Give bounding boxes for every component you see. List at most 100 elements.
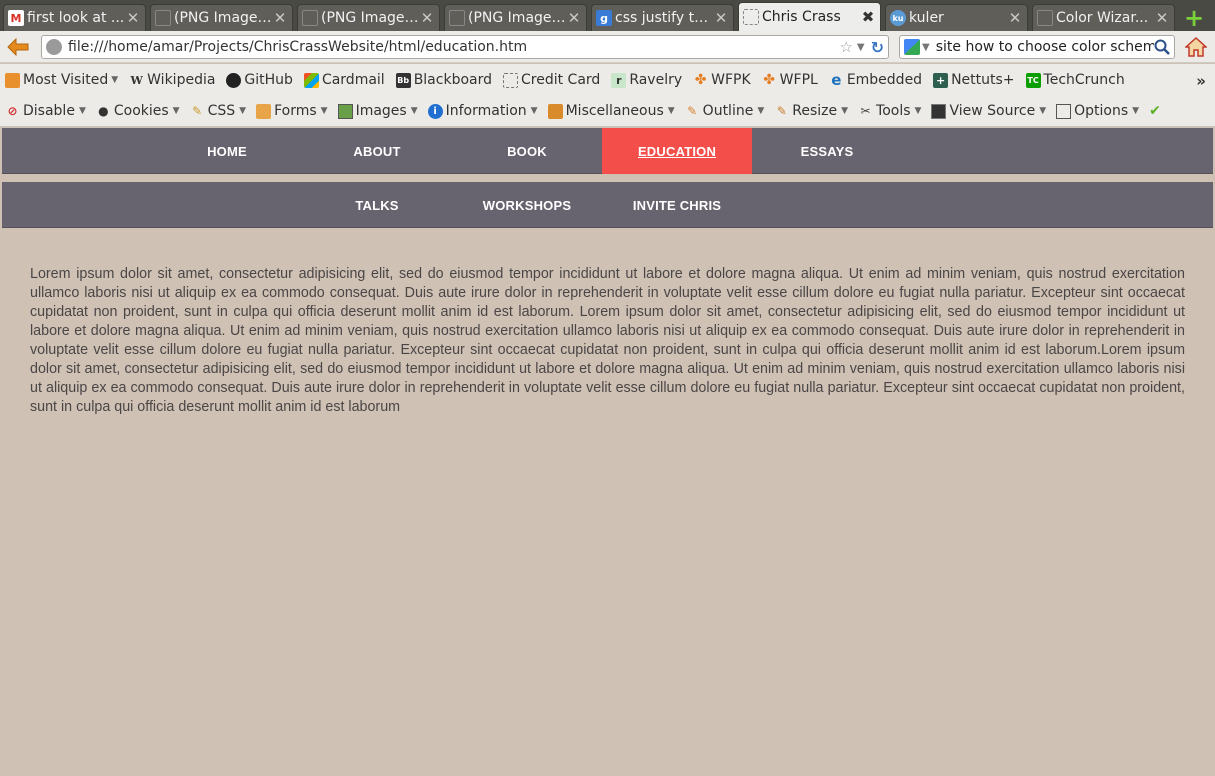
bookmark-most-visited[interactable]: Most Visited ▼ bbox=[5, 72, 118, 88]
tab-color-wizard[interactable]: Color Wizar... ✕ bbox=[1032, 4, 1175, 31]
bookmark-label: WFPK bbox=[711, 72, 751, 88]
bookmark-wfpk[interactable]: ✤ WFPK bbox=[693, 72, 751, 88]
bookmark-wikipedia[interactable]: W Wikipedia bbox=[129, 72, 215, 88]
checkmark-icon[interactable]: ✔ bbox=[1149, 103, 1161, 119]
search-input[interactable]: site how to choose color scheme bbox=[936, 39, 1154, 55]
close-icon[interactable]: ✕ bbox=[272, 9, 288, 27]
google-icon bbox=[904, 39, 920, 55]
tab-png-image-2[interactable]: (PNG Image,... ✕ bbox=[297, 4, 440, 31]
kuler-icon: ku bbox=[890, 10, 906, 26]
dev-menu-label: Outline bbox=[702, 103, 754, 119]
dev-menu-label: Images bbox=[355, 103, 407, 119]
page-viewport: HOME ABOUT BOOK EDUCATION ESSAYS TALKS W… bbox=[2, 128, 1213, 776]
image-icon bbox=[302, 10, 318, 26]
gmail-icon: M bbox=[8, 10, 24, 26]
cardmail-icon bbox=[303, 72, 319, 88]
bookmark-embedded[interactable]: e Embedded bbox=[829, 71, 922, 89]
bookmark-nettuts[interactable]: + Nettuts+ bbox=[933, 72, 1015, 88]
chevron-down-icon: ▼ bbox=[78, 106, 86, 116]
tab-title: (PNG Image,... bbox=[468, 10, 566, 26]
css-icon: ✎ bbox=[192, 104, 203, 118]
nav-home[interactable]: HOME bbox=[152, 128, 302, 174]
tab-title: first look at ... bbox=[27, 10, 125, 26]
nettuts-icon: + bbox=[933, 72, 949, 88]
dev-menu-forms[interactable]: Forms ▼ bbox=[256, 103, 328, 119]
navigation-bar: file:///home/amar/Projects/ChrisCrassWeb… bbox=[0, 31, 1215, 63]
dev-menu-images[interactable]: Images ▼ bbox=[337, 103, 418, 119]
dev-menu-css[interactable]: ✎ CSS ▼ bbox=[190, 103, 246, 119]
url-bar[interactable]: file:///home/amar/Projects/ChrisCrassWeb… bbox=[41, 35, 889, 59]
forms-icon bbox=[256, 103, 272, 119]
dev-menu-label: Resize bbox=[792, 103, 838, 119]
bookmarks-bar: Most Visited ▼ W Wikipedia GitHub Cardma… bbox=[0, 64, 1215, 96]
dev-menu-label: View Source bbox=[949, 103, 1036, 119]
ravelry-icon: r bbox=[611, 72, 627, 88]
tab-bar: M first look at ... ✕ (PNG Image,... ✕ (… bbox=[0, 0, 1215, 32]
bookmark-star-icon[interactable]: ☆ bbox=[839, 38, 852, 56]
dev-menu-tools[interactable]: ✂ Tools ▼ bbox=[858, 103, 922, 119]
nav-about[interactable]: ABOUT bbox=[302, 128, 452, 174]
chevron-right-icon[interactable]: » bbox=[1196, 72, 1206, 90]
dev-menu-information[interactable]: i Information ▼ bbox=[427, 103, 538, 119]
dev-menu-outline[interactable]: ✎ Outline ▼ bbox=[685, 103, 764, 119]
blackboard-icon: Bb bbox=[395, 72, 411, 88]
tab-gmail[interactable]: M first look at ... ✕ bbox=[3, 4, 146, 31]
tab-png-image-1[interactable]: (PNG Image,... ✕ bbox=[150, 4, 293, 31]
subnav-invite-chris[interactable]: INVITE CHRIS bbox=[602, 182, 752, 228]
bookmark-wfpl[interactable]: ✤ WFPL bbox=[762, 72, 818, 88]
page-icon bbox=[1037, 10, 1053, 26]
dev-menu-resize[interactable]: ✎ Resize ▼ bbox=[774, 103, 848, 119]
dev-menu-disable[interactable]: ⊘ Disable ▼ bbox=[5, 103, 86, 119]
subnav-talks[interactable]: TALKS bbox=[302, 182, 452, 228]
view-source-icon bbox=[931, 103, 947, 119]
resize-icon: ✎ bbox=[776, 104, 787, 118]
chevron-down-icon: ▼ bbox=[1132, 106, 1140, 116]
close-icon[interactable]: ✕ bbox=[1154, 9, 1170, 27]
nav-education[interactable]: EDUCATION bbox=[602, 128, 752, 174]
bookmark-label: Credit Card bbox=[521, 72, 601, 88]
web-developer-toolbar: ⊘ Disable ▼ ● Cookies ▼ ✎ CSS ▼ Forms ▼ … bbox=[0, 96, 1215, 127]
back-arrow-icon[interactable] bbox=[6, 35, 30, 59]
images-icon bbox=[337, 103, 353, 119]
url-input[interactable]: file:///home/amar/Projects/ChrisCrassWeb… bbox=[68, 39, 839, 55]
reload-icon[interactable]: ↻ bbox=[871, 38, 884, 57]
tab-css-justify[interactable]: g css justify te... ✕ bbox=[591, 4, 734, 31]
new-tab-plus-icon[interactable]: + bbox=[1181, 4, 1207, 32]
tab-png-image-3[interactable]: (PNG Image,... ✕ bbox=[444, 4, 587, 31]
image-icon bbox=[449, 10, 465, 26]
bookmark-techcrunch[interactable]: TC TechCrunch bbox=[1025, 72, 1125, 88]
close-icon[interactable]: ✕ bbox=[1007, 9, 1023, 27]
close-icon[interactable]: ✕ bbox=[419, 9, 435, 27]
search-icon[interactable] bbox=[1154, 39, 1170, 55]
search-bar[interactable]: ▼ site how to choose color scheme bbox=[899, 35, 1175, 59]
url-dropdown-icon[interactable]: ▼ bbox=[857, 42, 865, 53]
nav-essays[interactable]: ESSAYS bbox=[752, 128, 902, 174]
close-icon[interactable]: ✖ bbox=[860, 8, 876, 26]
google-icon: g bbox=[596, 10, 612, 26]
close-icon[interactable]: ✕ bbox=[125, 9, 141, 27]
bookmark-ravelry[interactable]: r Ravelry bbox=[611, 72, 682, 88]
nav-book[interactable]: BOOK bbox=[452, 128, 602, 174]
bookmark-credit-card[interactable]: Credit Card bbox=[503, 72, 600, 88]
home-icon[interactable] bbox=[1184, 36, 1208, 58]
search-engine-dropdown-icon[interactable]: ▼ bbox=[922, 42, 930, 53]
close-icon[interactable]: ✕ bbox=[713, 9, 729, 27]
subnav-workshops[interactable]: WORKSHOPS bbox=[452, 182, 602, 228]
image-icon bbox=[155, 10, 171, 26]
bookmark-blackboard[interactable]: Bb Blackboard bbox=[395, 72, 492, 88]
tab-kuler[interactable]: ku kuler ✕ bbox=[885, 4, 1028, 31]
dev-menu-view-source[interactable]: View Source ▼ bbox=[931, 103, 1046, 119]
dev-menu-cookies[interactable]: ● Cookies ▼ bbox=[96, 103, 179, 119]
body-paragraph: Lorem ipsum dolor sit amet, consectetur … bbox=[30, 266, 1185, 415]
dev-menu-miscellaneous[interactable]: Miscellaneous ▼ bbox=[547, 103, 675, 119]
tab-chris-crass[interactable]: Chris Crass ✖ bbox=[738, 2, 881, 31]
close-icon[interactable]: ✕ bbox=[566, 9, 582, 27]
bookmark-github[interactable]: GitHub bbox=[226, 72, 293, 88]
dev-menu-options[interactable]: Options ▼ bbox=[1056, 103, 1139, 119]
page-icon bbox=[503, 72, 518, 88]
globe-icon bbox=[46, 39, 62, 55]
tools-icon: ✂ bbox=[860, 104, 871, 118]
chevron-down-icon: ▼ bbox=[530, 106, 538, 116]
wfpk-icon: ✤ bbox=[694, 72, 707, 88]
bookmark-cardmail[interactable]: Cardmail bbox=[303, 72, 385, 88]
